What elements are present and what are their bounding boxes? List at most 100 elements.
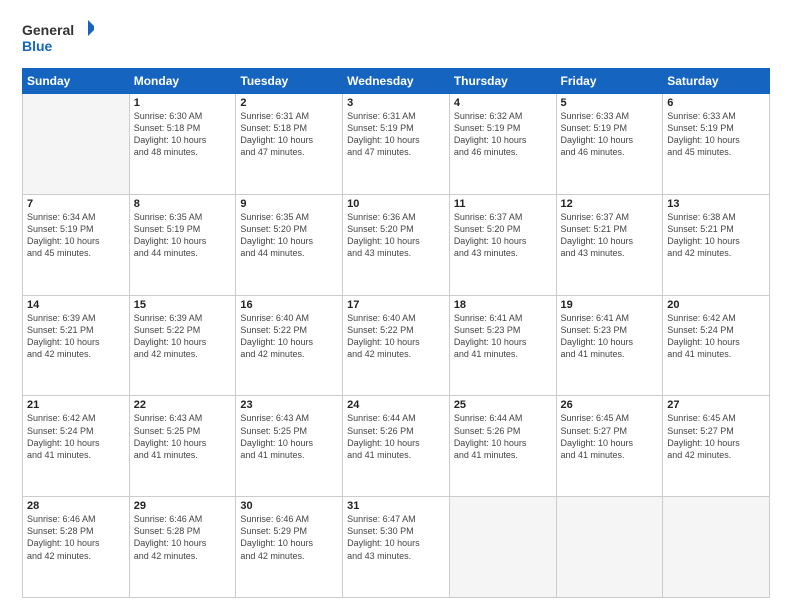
day-number: 31 <box>347 500 445 512</box>
calendar-cell: 3Sunrise: 6:31 AMSunset: 5:19 PMDaylight… <box>343 94 450 195</box>
calendar-cell: 11Sunrise: 6:37 AMSunset: 5:20 PMDayligh… <box>449 194 556 295</box>
calendar-cell: 2Sunrise: 6:31 AMSunset: 5:18 PMDaylight… <box>236 94 343 195</box>
day-number: 13 <box>667 198 765 210</box>
calendar-cell: 9Sunrise: 6:35 AMSunset: 5:20 PMDaylight… <box>236 194 343 295</box>
day-number: 17 <box>347 299 445 311</box>
day-info: Sunrise: 6:43 AMSunset: 5:25 PMDaylight:… <box>240 412 338 461</box>
day-info: Sunrise: 6:33 AMSunset: 5:19 PMDaylight:… <box>667 110 765 159</box>
day-number: 6 <box>667 97 765 109</box>
day-info: Sunrise: 6:33 AMSunset: 5:19 PMDaylight:… <box>561 110 659 159</box>
day-number: 4 <box>454 97 552 109</box>
day-number: 27 <box>667 399 765 411</box>
calendar-cell: 5Sunrise: 6:33 AMSunset: 5:19 PMDaylight… <box>556 94 663 195</box>
calendar-cell: 19Sunrise: 6:41 AMSunset: 5:23 PMDayligh… <box>556 295 663 396</box>
calendar-cell: 18Sunrise: 6:41 AMSunset: 5:23 PMDayligh… <box>449 295 556 396</box>
day-info: Sunrise: 6:31 AMSunset: 5:19 PMDaylight:… <box>347 110 445 159</box>
calendar-cell: 15Sunrise: 6:39 AMSunset: 5:22 PMDayligh… <box>129 295 236 396</box>
day-info: Sunrise: 6:46 AMSunset: 5:28 PMDaylight:… <box>27 513 125 562</box>
day-info: Sunrise: 6:38 AMSunset: 5:21 PMDaylight:… <box>667 211 765 260</box>
calendar-cell: 17Sunrise: 6:40 AMSunset: 5:22 PMDayligh… <box>343 295 450 396</box>
header-monday: Monday <box>129 69 236 94</box>
day-info: Sunrise: 6:34 AMSunset: 5:19 PMDaylight:… <box>27 211 125 260</box>
header-row: SundayMondayTuesdayWednesdayThursdayFrid… <box>23 69 770 94</box>
day-number: 8 <box>134 198 232 210</box>
day-number: 22 <box>134 399 232 411</box>
day-info: Sunrise: 6:32 AMSunset: 5:19 PMDaylight:… <box>454 110 552 159</box>
day-number: 28 <box>27 500 125 512</box>
day-info: Sunrise: 6:42 AMSunset: 5:24 PMDaylight:… <box>27 412 125 461</box>
calendar-cell: 12Sunrise: 6:37 AMSunset: 5:21 PMDayligh… <box>556 194 663 295</box>
week-row-3: 14Sunrise: 6:39 AMSunset: 5:21 PMDayligh… <box>23 295 770 396</box>
day-number: 29 <box>134 500 232 512</box>
day-number: 24 <box>347 399 445 411</box>
day-info: Sunrise: 6:30 AMSunset: 5:18 PMDaylight:… <box>134 110 232 159</box>
calendar-cell: 28Sunrise: 6:46 AMSunset: 5:28 PMDayligh… <box>23 497 130 598</box>
calendar-cell: 13Sunrise: 6:38 AMSunset: 5:21 PMDayligh… <box>663 194 770 295</box>
day-number: 30 <box>240 500 338 512</box>
header-wednesday: Wednesday <box>343 69 450 94</box>
svg-text:General: General <box>22 22 74 38</box>
day-number: 10 <box>347 198 445 210</box>
calendar-cell: 21Sunrise: 6:42 AMSunset: 5:24 PMDayligh… <box>23 396 130 497</box>
day-number: 9 <box>240 198 338 210</box>
day-info: Sunrise: 6:42 AMSunset: 5:24 PMDaylight:… <box>667 312 765 361</box>
day-number: 1 <box>134 97 232 109</box>
calendar-cell: 31Sunrise: 6:47 AMSunset: 5:30 PMDayligh… <box>343 497 450 598</box>
day-number: 19 <box>561 299 659 311</box>
calendar-cell <box>449 497 556 598</box>
day-number: 18 <box>454 299 552 311</box>
calendar-cell <box>663 497 770 598</box>
day-number: 26 <box>561 399 659 411</box>
calendar-cell: 14Sunrise: 6:39 AMSunset: 5:21 PMDayligh… <box>23 295 130 396</box>
header-sunday: Sunday <box>23 69 130 94</box>
day-info: Sunrise: 6:43 AMSunset: 5:25 PMDaylight:… <box>134 412 232 461</box>
calendar-cell: 8Sunrise: 6:35 AMSunset: 5:19 PMDaylight… <box>129 194 236 295</box>
calendar-cell: 23Sunrise: 6:43 AMSunset: 5:25 PMDayligh… <box>236 396 343 497</box>
day-info: Sunrise: 6:37 AMSunset: 5:20 PMDaylight:… <box>454 211 552 260</box>
logo-svg: General Blue <box>22 18 94 58</box>
day-number: 7 <box>27 198 125 210</box>
calendar-cell: 30Sunrise: 6:46 AMSunset: 5:29 PMDayligh… <box>236 497 343 598</box>
week-row-5: 28Sunrise: 6:46 AMSunset: 5:28 PMDayligh… <box>23 497 770 598</box>
header: General Blue <box>22 18 770 58</box>
day-info: Sunrise: 6:44 AMSunset: 5:26 PMDaylight:… <box>347 412 445 461</box>
svg-text:Blue: Blue <box>22 38 53 54</box>
logo: General Blue <box>22 18 94 58</box>
day-info: Sunrise: 6:45 AMSunset: 5:27 PMDaylight:… <box>561 412 659 461</box>
header-friday: Friday <box>556 69 663 94</box>
day-info: Sunrise: 6:31 AMSunset: 5:18 PMDaylight:… <box>240 110 338 159</box>
day-number: 5 <box>561 97 659 109</box>
calendar-cell <box>23 94 130 195</box>
calendar-cell: 25Sunrise: 6:44 AMSunset: 5:26 PMDayligh… <box>449 396 556 497</box>
week-row-1: 1Sunrise: 6:30 AMSunset: 5:18 PMDaylight… <box>23 94 770 195</box>
calendar-cell: 24Sunrise: 6:44 AMSunset: 5:26 PMDayligh… <box>343 396 450 497</box>
day-number: 20 <box>667 299 765 311</box>
day-info: Sunrise: 6:40 AMSunset: 5:22 PMDaylight:… <box>347 312 445 361</box>
day-info: Sunrise: 6:35 AMSunset: 5:20 PMDaylight:… <box>240 211 338 260</box>
day-info: Sunrise: 6:36 AMSunset: 5:20 PMDaylight:… <box>347 211 445 260</box>
calendar-cell: 22Sunrise: 6:43 AMSunset: 5:25 PMDayligh… <box>129 396 236 497</box>
calendar-cell: 4Sunrise: 6:32 AMSunset: 5:19 PMDaylight… <box>449 94 556 195</box>
day-number: 12 <box>561 198 659 210</box>
week-row-4: 21Sunrise: 6:42 AMSunset: 5:24 PMDayligh… <box>23 396 770 497</box>
day-info: Sunrise: 6:39 AMSunset: 5:21 PMDaylight:… <box>27 312 125 361</box>
calendar-cell: 29Sunrise: 6:46 AMSunset: 5:28 PMDayligh… <box>129 497 236 598</box>
day-info: Sunrise: 6:35 AMSunset: 5:19 PMDaylight:… <box>134 211 232 260</box>
day-number: 25 <box>454 399 552 411</box>
calendar-cell <box>556 497 663 598</box>
day-number: 3 <box>347 97 445 109</box>
day-info: Sunrise: 6:40 AMSunset: 5:22 PMDaylight:… <box>240 312 338 361</box>
day-number: 15 <box>134 299 232 311</box>
calendar-cell: 26Sunrise: 6:45 AMSunset: 5:27 PMDayligh… <box>556 396 663 497</box>
header-thursday: Thursday <box>449 69 556 94</box>
day-number: 23 <box>240 399 338 411</box>
calendar-cell: 1Sunrise: 6:30 AMSunset: 5:18 PMDaylight… <box>129 94 236 195</box>
day-info: Sunrise: 6:47 AMSunset: 5:30 PMDaylight:… <box>347 513 445 562</box>
calendar-table: SundayMondayTuesdayWednesdayThursdayFrid… <box>22 68 770 598</box>
header-tuesday: Tuesday <box>236 69 343 94</box>
week-row-2: 7Sunrise: 6:34 AMSunset: 5:19 PMDaylight… <box>23 194 770 295</box>
header-saturday: Saturday <box>663 69 770 94</box>
calendar-cell: 27Sunrise: 6:45 AMSunset: 5:27 PMDayligh… <box>663 396 770 497</box>
day-info: Sunrise: 6:45 AMSunset: 5:27 PMDaylight:… <box>667 412 765 461</box>
day-info: Sunrise: 6:37 AMSunset: 5:21 PMDaylight:… <box>561 211 659 260</box>
